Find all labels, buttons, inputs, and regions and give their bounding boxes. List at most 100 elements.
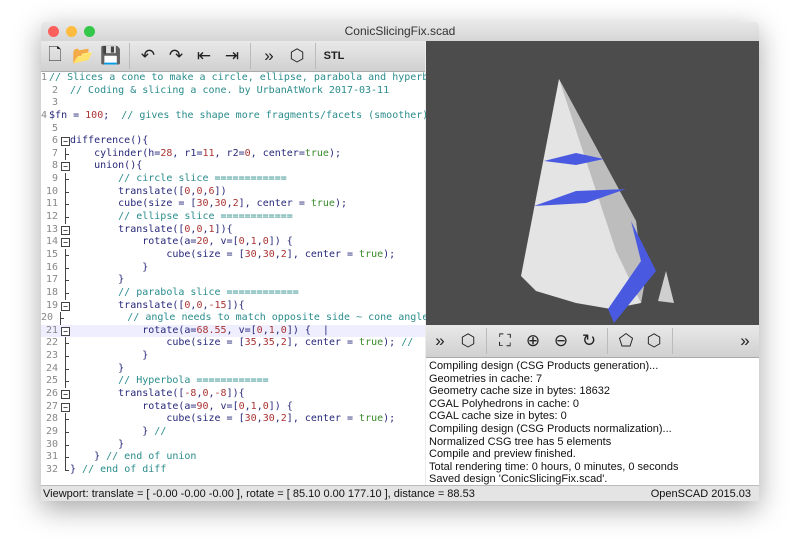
line-number: 19 — [45, 299, 58, 311]
code-line[interactable]: 9 // circle slice ============ — [41, 173, 425, 186]
perspective-button[interactable]: ⬠ — [612, 328, 640, 354]
toolbar-separator — [486, 328, 487, 354]
code-line[interactable]: 30 } — [41, 438, 425, 452]
fold-gutter — [60, 261, 70, 275]
new-file-button[interactable]: 🗋 — [41, 43, 69, 69]
code-line[interactable]: 26− translate([-8,0,-8]){ — [41, 388, 425, 401]
code-line[interactable]: 28 cube(size = [30,30,2], center = true)… — [41, 413, 425, 426]
code-line[interactable]: 11 cube(size = [30,30,2], center = true)… — [41, 198, 425, 212]
reset-view-icon: ↻ — [581, 331, 597, 350]
code-text: } // end of union — [70, 451, 196, 464]
code-line[interactable]: 6− difference(){ — [41, 135, 425, 148]
console-line: Saved design 'ConicSlicingFix.scad'. — [429, 473, 608, 485]
code-token: 30 — [262, 413, 275, 425]
code-token: ); — [334, 198, 348, 210]
code-line[interactable]: 1// Slices a cone to make a circle, elli… — [41, 72, 446, 85]
code-line[interactable]: 4 $fn = 100; // gives the shape more frag… — [41, 110, 428, 123]
code-line[interactable]: 12 // ellipse slice ============ — [41, 211, 425, 224]
undo-button[interactable]: ↶ — [134, 43, 162, 69]
zoom-in-button[interactable]: ⊕ — [519, 328, 547, 354]
fold-toggle-icon[interactable]: − — [61, 390, 70, 400]
code-token: 30 — [244, 248, 257, 260]
code-line[interactable]: 24 } — [41, 362, 425, 376]
code-line[interactable]: 15 cube(size = [30,30,2], center = true)… — [41, 248, 425, 262]
code-token: 20 — [196, 236, 209, 248]
toolbar-separator — [672, 328, 673, 354]
cone-model — [521, 79, 674, 323]
code-token: ); — [328, 147, 341, 159]
view-all-button[interactable]: ⛶ — [491, 328, 519, 354]
fold-gutter — [60, 211, 70, 224]
code-token: // — [401, 337, 414, 349]
code-line[interactable]: 25 // Hyperbola ============ — [41, 375, 425, 389]
code-token: 28 — [160, 147, 173, 159]
code-line[interactable]: 8− union(){ — [41, 160, 425, 173]
code-token: ], center = — [286, 337, 360, 349]
export-stl-button[interactable]: STL — [320, 43, 348, 69]
code-text: translate([0,0,-15]){ — [70, 299, 245, 313]
code-editor[interactable]: 1// Slices a cone to make a circle, elli… — [41, 72, 446, 485]
code-line[interactable]: 20 // angle needs to match opposite side… — [41, 312, 428, 325]
code-token: ]){ — [226, 299, 245, 311]
code-token: true — [304, 147, 329, 159]
code-line[interactable]: 23 } — [41, 350, 425, 363]
app-window: ConicSlicingFix.scad 🗋 📂 💾 ↶ ↷ ⇤ ⇥ » ⬡ STL 1// Sl… — [41, 22, 759, 501]
zoom-button[interactable] — [84, 26, 95, 37]
code-line[interactable]: 5 — [41, 123, 425, 136]
fold-toggle-icon[interactable]: − — [61, 137, 70, 147]
code-line[interactable]: 18 // parabola slice ============ — [41, 286, 425, 300]
render-icon: ⬡ — [289, 46, 305, 65]
zoom-out-button[interactable]: ⊖ — [547, 328, 575, 354]
more-button[interactable]: » — [731, 328, 759, 354]
code-line[interactable]: 22 cube(size = [35,35,2], center = true)… — [41, 337, 425, 351]
fold-toggle-icon[interactable]: − — [61, 301, 70, 311]
save-button[interactable]: 💾 — [97, 43, 125, 69]
code-line[interactable]: 13− translate([0,0,1]){ — [41, 224, 425, 237]
fold-gutter: − — [60, 300, 70, 313]
code-text: rotate(a=68.55, v=[0,1,0]) { | — [70, 325, 329, 338]
minimize-button[interactable] — [66, 26, 77, 37]
fold-toggle-icon[interactable]: − — [61, 225, 70, 235]
more-icon: » — [740, 331, 750, 350]
code-text: translate([0,0,6]) — [70, 186, 226, 199]
render-button[interactable]: ⬡ — [283, 43, 311, 69]
code-text: cylinder(h=28, r1=11, r2=0, center=true)… — [70, 148, 341, 161]
code-line[interactable]: 19− translate([0,0,-15]){ — [41, 300, 425, 313]
code-line[interactable]: 31 } // end of union — [41, 451, 425, 464]
code-line[interactable]: 14− rotate(a=20, v=[0,1,0]) { — [41, 236, 425, 249]
open-folder-button[interactable]: 📂 — [69, 43, 97, 69]
3d-viewport[interactable] — [426, 41, 759, 325]
fold-toggle-icon[interactable]: − — [61, 162, 70, 172]
code-line[interactable]: 7 cylinder(h=28, r1=11, r2=0, center=tru… — [41, 147, 425, 161]
code-line[interactable]: 3 — [41, 97, 425, 110]
fold-toggle-icon[interactable]: − — [61, 238, 70, 248]
code-text: cube(size = [30,30,2], center = true); — [70, 198, 347, 211]
indent-button[interactable]: ⇥ — [218, 43, 246, 69]
code-line[interactable]: 27− rotate(a=90, v=[0,1,0]) { — [41, 401, 425, 414]
fold-gutter — [60, 337, 70, 351]
code-text: rotate(a=20, v=[0,1,0]) { — [70, 236, 293, 249]
code-text: difference(){ — [70, 135, 148, 148]
code-line[interactable]: 21− rotate(a=68.55, v=[0,1,0]) { | — [41, 324, 425, 338]
code-line[interactable]: 10 translate([0,0,6]) — [41, 185, 425, 199]
preview-button[interactable]: » — [255, 43, 283, 69]
fold-toggle-icon[interactable]: − — [61, 326, 70, 336]
fold-toggle-icon[interactable]: − — [61, 402, 70, 412]
orthogonal-icon: ⬡ — [646, 331, 662, 350]
reset-view-button[interactable]: ↻ — [575, 328, 603, 354]
code-line[interactable]: 2 // Coding & slicing a cone. by UrbanAtW… — [41, 85, 425, 98]
unindent-button[interactable]: ⇤ — [190, 43, 218, 69]
line-number: 2 — [51, 84, 58, 96]
code-text: cube(size = [30,30,2], center = true); — [70, 249, 395, 262]
code-line[interactable]: 17 } — [41, 274, 425, 287]
code-line[interactable]: 29 } // — [41, 425, 425, 439]
close-button[interactable] — [48, 26, 59, 37]
code-line[interactable]: 16 } — [41, 261, 425, 275]
render-button[interactable]: ⬡ — [454, 328, 482, 354]
orthogonal-button[interactable]: ⬡ — [640, 328, 668, 354]
code-token: ); — [383, 248, 396, 260]
preview-button[interactable]: » — [426, 328, 454, 354]
code-line[interactable]: 32} // end of diff — [41, 463, 425, 477]
code-text: cube(size = [35,35,2], center = true); /… — [70, 337, 413, 350]
redo-button[interactable]: ↷ — [162, 43, 190, 69]
